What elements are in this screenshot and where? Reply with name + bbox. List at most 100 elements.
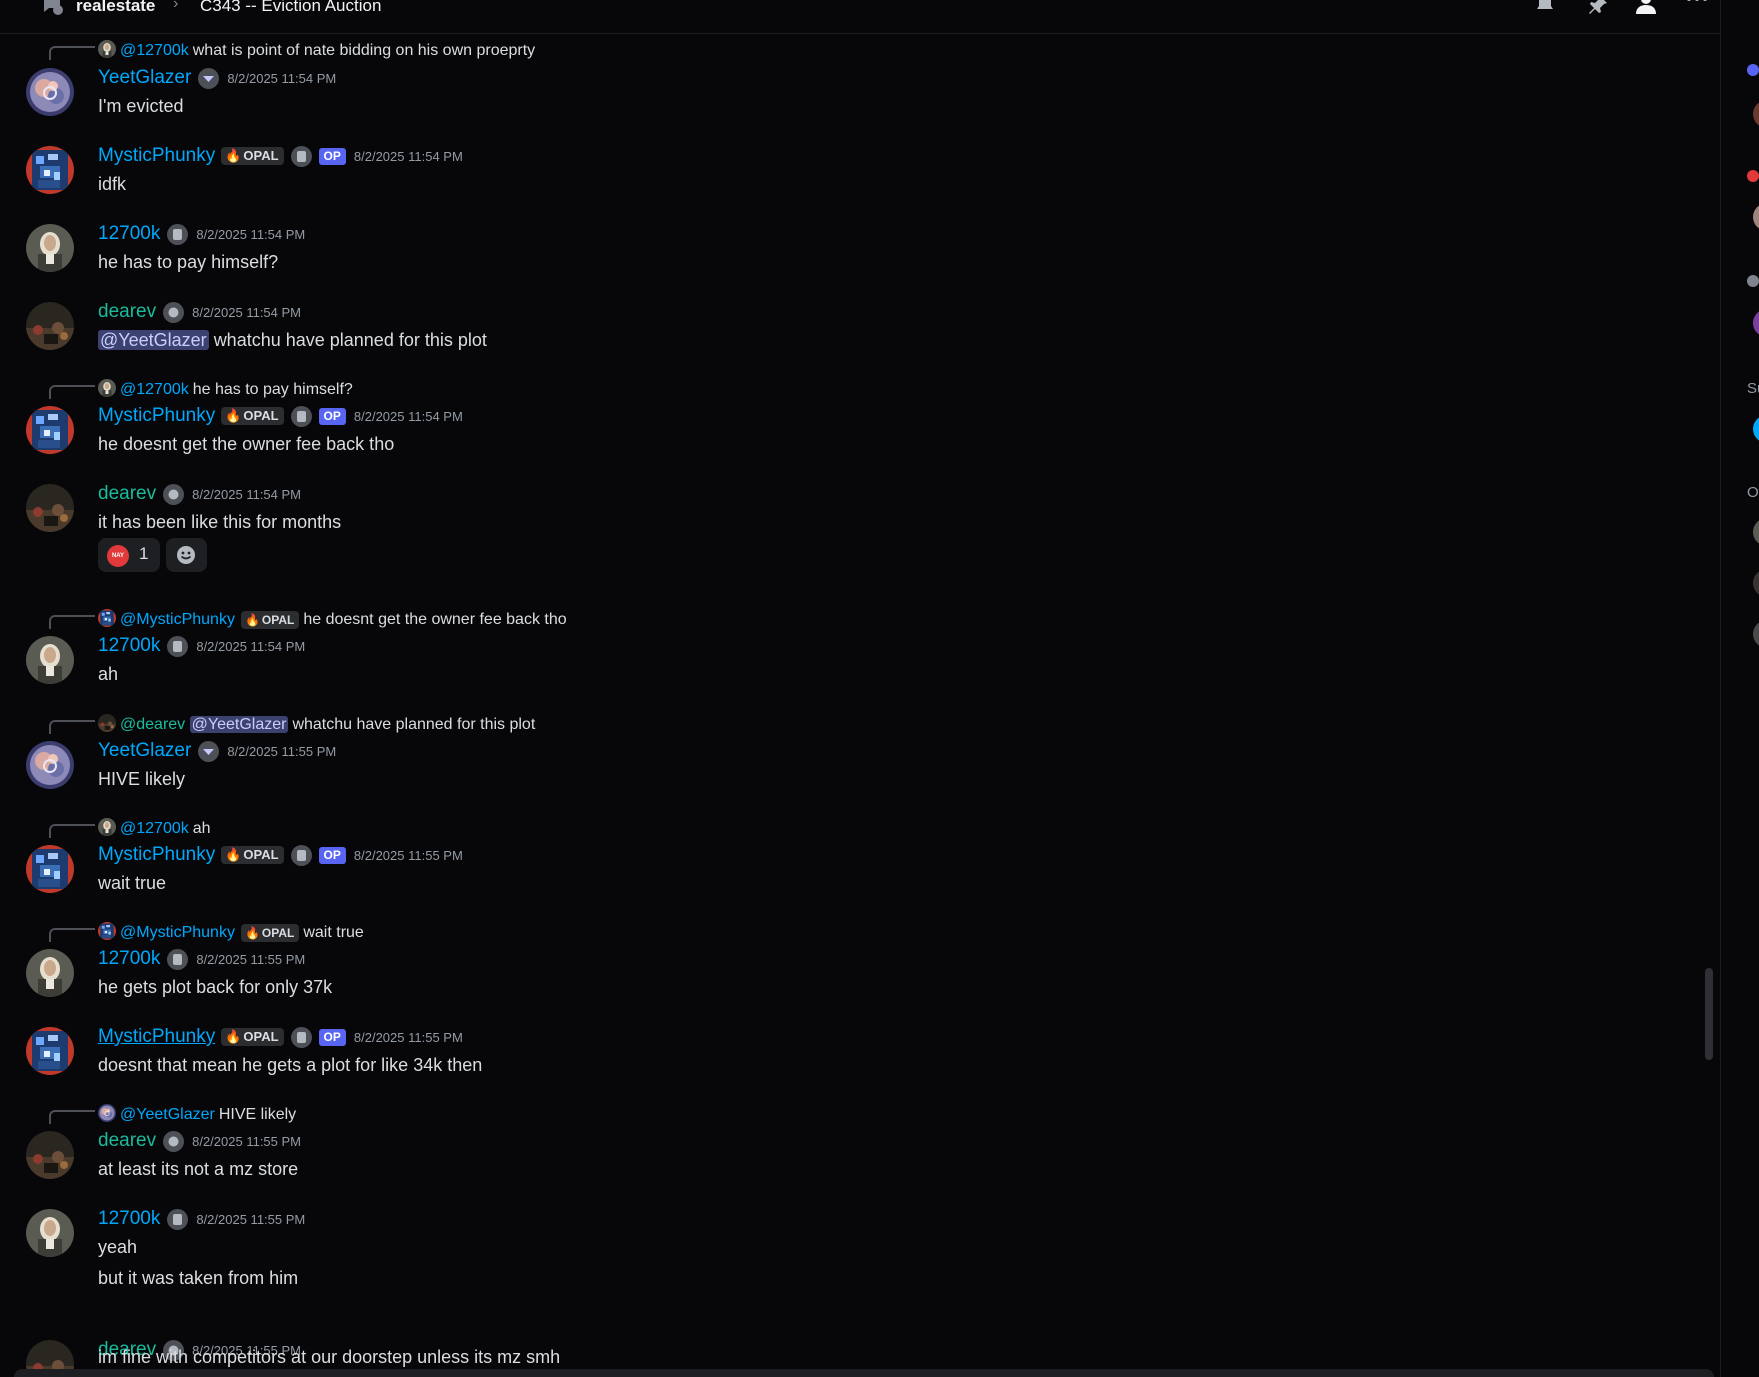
message-content: but it was taken from him [98, 1268, 299, 1288]
reply-preview[interactable]: @YeetGlazer HIVE likely [98, 1104, 296, 1124]
message-header: 12700k 8/2/2025 11:54 PM [98, 223, 305, 247]
flame-icon: 🔥 [225, 148, 242, 163]
role-icon [1747, 64, 1759, 76]
guild-tag[interactable]: 🔥 OPAL [221, 407, 284, 425]
reply-author[interactable]: @12700k [120, 42, 189, 59]
guild-tag[interactable]: 🔥 OPAL [221, 147, 284, 165]
role-badge-icon [167, 223, 189, 245]
reply-preview[interactable]: @MysticPhunky 🔥 OPAL wait true [98, 922, 364, 942]
avatar[interactable] [26, 146, 74, 194]
avatar[interactable] [26, 845, 74, 893]
reply-author[interactable]: @MysticPhunky [120, 924, 235, 941]
message-content: im fine with competitors at our doorstep… [98, 1347, 561, 1367]
role-badge-icon [290, 405, 312, 427]
guild-tag[interactable]: 🔥 OPAL [240, 923, 300, 942]
guild-tag[interactable]: 🔥 OPAL [240, 610, 300, 629]
reply-preview[interactable]: @12700k what is point of nate bidding on … [98, 40, 535, 60]
reply-preview[interactable]: @12700k ah [98, 818, 211, 838]
user-mention[interactable]: @YeetGlazer [98, 330, 209, 350]
avatar[interactable] [26, 741, 74, 789]
username[interactable]: MysticPhunky [98, 844, 215, 865]
guild-tag[interactable]: 🔥 OPAL [221, 1028, 284, 1046]
reply-text: ah [192, 820, 211, 837]
timestamp: 8/2/2025 11:54 PM [196, 638, 306, 654]
op-badge: OP [318, 846, 346, 864]
guild-tag[interactable]: 🔥 OPAL [221, 846, 284, 864]
message-content: he gets plot back for only 37k [98, 977, 333, 997]
reply-preview[interactable]: @MysticPhunky 🔥 OPAL he doesnt get the owne… [98, 609, 567, 629]
avatar[interactable] [26, 484, 74, 532]
username[interactable]: MysticPhunky [98, 145, 215, 166]
op-badge: OP [318, 1028, 346, 1046]
reply-connector [49, 385, 95, 399]
username[interactable]: YeetGlazer [98, 740, 191, 761]
members-icon[interactable] [1635, 0, 1657, 14]
timestamp: 8/2/2025 11:55 PM [196, 1211, 306, 1227]
reply-avatar [98, 379, 116, 397]
flame-icon: 🔥 [225, 847, 242, 862]
reply-preview[interactable]: @dearev @YeetGlazer whatchu have planned … [98, 714, 535, 734]
reply-preview[interactable]: @12700k he has to pay himself? [98, 379, 353, 399]
username[interactable]: dearev [98, 483, 156, 504]
reply-text: what is point of nate bidding on his own… [192, 42, 536, 59]
username[interactable]: 12700k [98, 1208, 160, 1229]
bell-icon[interactable] [1534, 0, 1556, 14]
message-header: 12700k 8/2/2025 11:55 PM [98, 948, 305, 972]
message-composer-edge[interactable] [14, 1369, 1714, 1377]
member-avatar[interactable] [1753, 309, 1759, 337]
reply-avatar [98, 609, 116, 627]
member-avatar[interactable] [1753, 620, 1759, 648]
reply-author[interactable]: @MysticPhunky [120, 611, 235, 628]
reply-text: he has to pay himself? [192, 381, 353, 398]
username[interactable]: dearev [98, 1130, 156, 1151]
reply-author[interactable]: @YeetGlazer [120, 1106, 215, 1123]
avatar[interactable] [26, 1131, 74, 1179]
add-reaction-button[interactable] [166, 538, 207, 572]
member-avatar[interactable] [1753, 100, 1759, 128]
message-header: MysticPhunky 🔥 OPAL OP 8/2/2025 11:55 PM [98, 1026, 463, 1050]
username[interactable]: YeetGlazer [98, 67, 191, 88]
reply-connector [49, 824, 95, 838]
member-avatar[interactable] [1753, 203, 1759, 231]
username[interactable]: 12700k [98, 635, 160, 656]
username[interactable]: dearev [98, 301, 156, 322]
avatar[interactable] [26, 1340, 74, 1370]
reply-author[interactable]: @dearev [120, 716, 185, 733]
reaction-count: 1 [139, 544, 149, 563]
user-mention[interactable]: @YeetGlazer [189, 716, 289, 733]
username[interactable]: MysticPhunky [98, 405, 215, 426]
reply-text: whatchu have planned for this plot [292, 716, 536, 733]
avatar[interactable] [26, 68, 74, 116]
member-list-panel[interactable]: Su Of [1720, 0, 1759, 1377]
reaction-nay[interactable]: NAY 1 [98, 538, 160, 572]
reply-text: wait true [303, 924, 364, 941]
message-header: MysticPhunky 🔥 OPAL OP 8/2/2025 11:54 PM [98, 405, 463, 429]
smiley-icon [177, 546, 195, 564]
avatar[interactable] [26, 949, 74, 997]
avatar[interactable] [26, 406, 74, 454]
member-avatar[interactable] [1753, 415, 1759, 443]
reply-author[interactable]: @12700k [120, 820, 189, 837]
reply-author[interactable]: @12700k [120, 381, 189, 398]
op-badge: OP [318, 407, 346, 425]
avatar[interactable] [26, 224, 74, 272]
more-icon[interactable] [1686, 0, 1708, 14]
avatar[interactable] [26, 636, 74, 684]
username[interactable]: 12700k [98, 223, 160, 244]
message-list[interactable]: @12700k what is point of nate bidding on … [0, 33, 1720, 1370]
reply-avatar [98, 1104, 116, 1122]
message-header: YeetGlazer 8/2/2025 11:54 PM [98, 67, 336, 91]
avatar[interactable] [26, 1027, 74, 1075]
username[interactable]: 12700k [98, 948, 160, 969]
server-name[interactable]: realestate [76, 0, 155, 16]
role-badge-icon [198, 740, 220, 762]
role-badge-icon [167, 635, 189, 657]
username[interactable]: MysticPhunky [98, 1026, 215, 1047]
member-avatar[interactable] [1753, 569, 1759, 597]
avatar[interactable] [26, 1209, 74, 1257]
member-avatar[interactable] [1753, 518, 1759, 546]
pin-icon[interactable] [1586, 0, 1608, 14]
avatar[interactable] [26, 302, 74, 350]
scrollbar-thumb[interactable] [1705, 968, 1713, 1060]
message-content: he doesnt get the owner fee back tho [98, 434, 395, 454]
